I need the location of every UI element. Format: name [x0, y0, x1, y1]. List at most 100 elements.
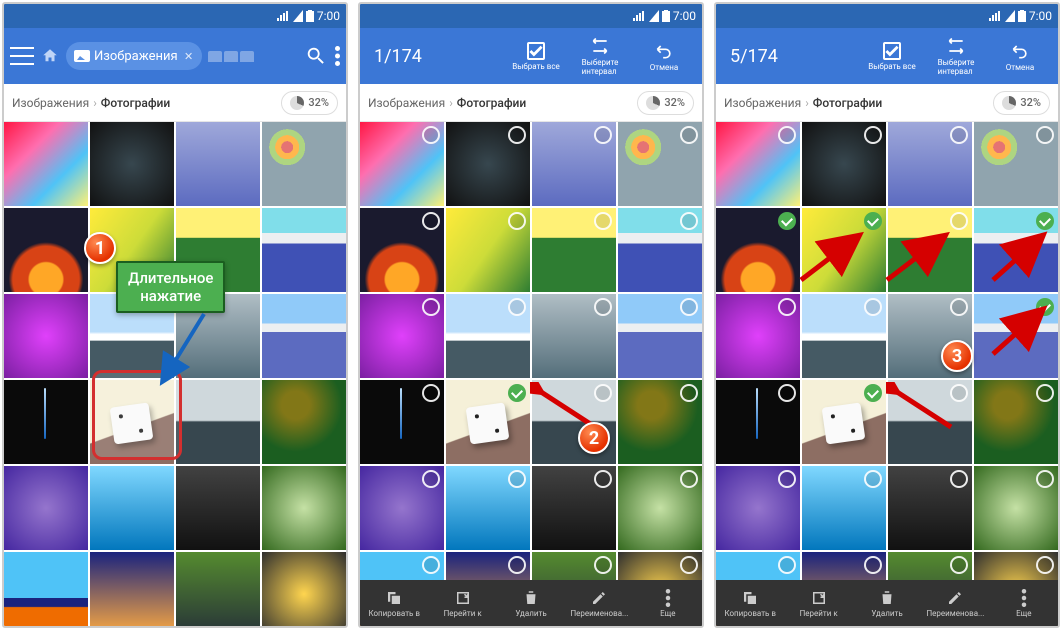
overflow-icon[interactable]: [335, 46, 340, 66]
checkmark-off-icon[interactable]: [1036, 126, 1054, 144]
checkmark-off-icon[interactable]: [594, 384, 612, 402]
checkmark-off-icon[interactable]: [594, 470, 612, 488]
image-thumb[interactable]: [4, 208, 88, 292]
image-thumb[interactable]: [532, 208, 616, 292]
chip-close-icon[interactable]: ✕: [182, 49, 196, 63]
checkmark-off-icon[interactable]: [508, 470, 526, 488]
image-thumb[interactable]: [262, 466, 346, 550]
storage-pill[interactable]: 32%: [637, 91, 694, 115]
image-thumb[interactable]: [888, 208, 972, 292]
image-thumb[interactable]: [446, 380, 530, 464]
checkmark-off-icon[interactable]: [422, 212, 440, 230]
image-thumb[interactable]: [4, 466, 88, 550]
breadcrumb-current[interactable]: Фотографии: [813, 96, 882, 110]
image-thumb[interactable]: [618, 380, 702, 464]
checkmark-off-icon[interactable]: [594, 556, 612, 574]
checkmark-off-icon[interactable]: [864, 298, 882, 316]
breadcrumb-root[interactable]: Изображения: [368, 96, 445, 110]
image-thumb[interactable]: [802, 380, 886, 464]
checkmark-off-icon[interactable]: [594, 298, 612, 316]
checkmark-off-icon[interactable]: [778, 126, 796, 144]
image-thumb[interactable]: [888, 466, 972, 550]
checkmark-on-icon[interactable]: [864, 384, 882, 402]
checkmark-off-icon[interactable]: [422, 298, 440, 316]
image-thumb[interactable]: [532, 380, 616, 464]
select-interval-button[interactable]: Выберите интервал: [924, 32, 988, 80]
checkmark-off-icon[interactable]: [508, 212, 526, 230]
image-thumb[interactable]: [90, 466, 174, 550]
checkmark-off-icon[interactable]: [778, 556, 796, 574]
image-thumb[interactable]: [802, 122, 886, 206]
checkmark-off-icon[interactable]: [422, 470, 440, 488]
image-thumb[interactable]: [360, 466, 444, 550]
image-thumb[interactable]: [974, 380, 1058, 464]
image-thumb[interactable]: [532, 466, 616, 550]
checkmark-off-icon[interactable]: [950, 470, 968, 488]
image-thumb[interactable]: [4, 294, 88, 378]
image-thumb[interactable]: [262, 552, 346, 628]
checkmark-off-icon[interactable]: [508, 298, 526, 316]
image-thumb[interactable]: [802, 208, 886, 292]
checkmark-off-icon[interactable]: [1036, 470, 1054, 488]
goto-button[interactable]: Перейти к: [784, 589, 852, 618]
image-thumb[interactable]: [716, 466, 800, 550]
checkmark-off-icon[interactable]: [680, 212, 698, 230]
checkmark-off-icon[interactable]: [508, 126, 526, 144]
image-thumb[interactable]: [4, 122, 88, 206]
checkmark-on-icon[interactable]: [864, 212, 882, 230]
image-thumb[interactable]: [618, 466, 702, 550]
view-toggle-icons[interactable]: [208, 51, 254, 62]
image-thumb[interactable]: [360, 208, 444, 292]
checkmark-off-icon[interactable]: [864, 126, 882, 144]
checkmark-on-icon[interactable]: [1036, 212, 1054, 230]
checkmark-on-icon[interactable]: [1036, 298, 1054, 316]
image-thumb[interactable]: [262, 380, 346, 464]
image-thumb[interactable]: [262, 294, 346, 378]
image-thumb[interactable]: [618, 122, 702, 206]
image-thumb[interactable]: [360, 122, 444, 206]
checkmark-off-icon[interactable]: [680, 470, 698, 488]
checkmark-off-icon[interactable]: [594, 212, 612, 230]
image-thumb[interactable]: [974, 122, 1058, 206]
select-all-button[interactable]: Выбрать все: [860, 32, 924, 80]
checkmark-off-icon[interactable]: [864, 556, 882, 574]
image-thumb[interactable]: [4, 552, 88, 628]
image-thumb[interactable]: [360, 294, 444, 378]
checkmark-off-icon[interactable]: [950, 384, 968, 402]
more-button[interactable]: Еще: [634, 589, 702, 618]
image-thumb[interactable]: [716, 208, 800, 292]
rename-button[interactable]: Переименова...: [921, 589, 989, 618]
image-thumb[interactable]: [90, 122, 174, 206]
checkmark-off-icon[interactable]: [680, 384, 698, 402]
filter-chip-images[interactable]: Изображения ✕: [66, 42, 202, 70]
checkmark-off-icon[interactable]: [680, 556, 698, 574]
image-thumb[interactable]: [716, 294, 800, 378]
select-interval-button[interactable]: Выберите интервал: [568, 32, 632, 80]
image-thumb[interactable]: [90, 552, 174, 628]
checkmark-off-icon[interactable]: [594, 126, 612, 144]
cancel-button[interactable]: Отмена: [632, 32, 696, 80]
checkmark-on-icon[interactable]: [778, 212, 796, 230]
image-thumb[interactable]: [446, 294, 530, 378]
checkmark-on-icon[interactable]: [508, 384, 526, 402]
image-thumb[interactable]: [446, 208, 530, 292]
home-icon[interactable]: [40, 47, 60, 65]
image-thumb[interactable]: [532, 122, 616, 206]
image-thumb[interactable]: [262, 122, 346, 206]
checkmark-off-icon[interactable]: [778, 384, 796, 402]
checkmark-off-icon[interactable]: [508, 556, 526, 574]
delete-button[interactable]: Удалить: [853, 589, 921, 618]
image-thumb[interactable]: [176, 466, 260, 550]
checkmark-off-icon[interactable]: [950, 298, 968, 316]
delete-button[interactable]: Удалить: [497, 589, 565, 618]
checkmark-off-icon[interactable]: [864, 470, 882, 488]
rename-button[interactable]: Переименова...: [565, 589, 633, 618]
checkmark-off-icon[interactable]: [1036, 384, 1054, 402]
image-thumb[interactable]: [802, 466, 886, 550]
breadcrumb-current[interactable]: Фотографии: [457, 96, 526, 110]
checkmark-off-icon[interactable]: [422, 126, 440, 144]
checkmark-off-icon[interactable]: [680, 298, 698, 316]
image-thumb[interactable]: [446, 466, 530, 550]
checkmark-off-icon[interactable]: [950, 126, 968, 144]
breadcrumb-current[interactable]: Фотографии: [101, 96, 170, 110]
